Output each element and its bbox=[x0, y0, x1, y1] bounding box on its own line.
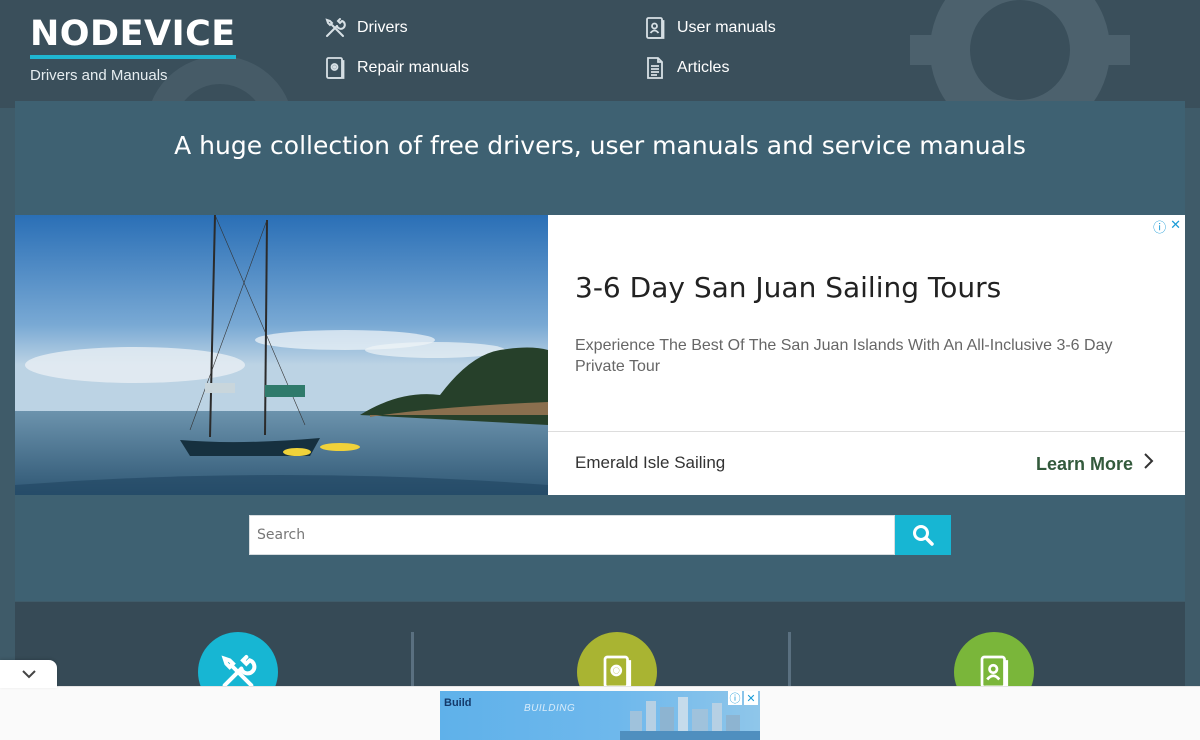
repair-manual-icon bbox=[603, 655, 632, 689]
page-tagline: A huge collection of free drivers, user … bbox=[174, 131, 1026, 160]
column-divider bbox=[788, 632, 791, 692]
gear-decoration-icon bbox=[910, 0, 1130, 108]
user-manual-icon bbox=[980, 655, 1009, 689]
search-input[interactable] bbox=[249, 515, 895, 555]
sticky-ad-bar: Build BUILDING ⓘ ✕ bbox=[0, 686, 1200, 740]
site-logo[interactable]: NODEVICE Drivers and Manuals bbox=[30, 14, 236, 84]
nav-user-manuals[interactable]: User manuals bbox=[643, 16, 776, 40]
ad-choices[interactable]: ⓘ ✕ bbox=[1153, 217, 1181, 236]
search-button[interactable] bbox=[895, 515, 951, 555]
collapse-ad-button[interactable] bbox=[0, 660, 57, 688]
nav-user-manuals-label: User manuals bbox=[677, 19, 776, 36]
article-icon bbox=[643, 56, 667, 80]
bottom-ad-brand: Build bbox=[444, 697, 472, 709]
column-divider bbox=[411, 632, 414, 692]
ad-info-icon[interactable]: ⓘ bbox=[1153, 217, 1166, 236]
ad-learn-more-button[interactable]: Learn More bbox=[1036, 452, 1155, 476]
nav-drivers-label: Drivers bbox=[357, 19, 408, 36]
logo-text[interactable]: NODEVICE bbox=[30, 14, 236, 59]
nav-repair-manuals-label: Repair manuals bbox=[357, 59, 470, 76]
ad-close-icon[interactable]: ✕ bbox=[744, 691, 758, 705]
chevron-down-icon bbox=[21, 670, 36, 679]
logo-subtitle: Drivers and Manuals bbox=[30, 67, 168, 84]
ad-info-icon[interactable]: ⓘ bbox=[728, 691, 742, 705]
tools-icon bbox=[323, 16, 347, 40]
nav-articles-label: Articles bbox=[677, 59, 730, 76]
ad-image[interactable] bbox=[15, 215, 548, 495]
ad-advertiser: Emerald Isle Sailing bbox=[575, 453, 726, 472]
ad-divider bbox=[548, 431, 1185, 432]
ad-title[interactable]: 3-6 Day San Juan Sailing Tours bbox=[575, 271, 1001, 304]
sponsored-ad[interactable]: ⓘ ✕ 3-6 Day San Juan Sailing Tours Exper… bbox=[15, 215, 1185, 495]
ad-description: Experience The Best Of The San Juan Isla… bbox=[575, 337, 1113, 375]
ad-close-icon[interactable]: ✕ bbox=[1170, 217, 1181, 236]
bottom-ad-controls: ⓘ ✕ bbox=[728, 691, 758, 705]
user-manual-icon bbox=[643, 16, 667, 40]
nav-articles[interactable]: Articles bbox=[643, 56, 729, 80]
site-header: NODEVICE Drivers and Manuals Drivers Use… bbox=[0, 0, 1200, 108]
sailboat-image bbox=[15, 215, 548, 495]
ad-content[interactable]: ⓘ ✕ 3-6 Day San Juan Sailing Tours Exper… bbox=[548, 215, 1185, 495]
nav-drivers[interactable]: Drivers bbox=[323, 16, 408, 40]
repair-manual-icon bbox=[323, 56, 347, 80]
nav-repair-manuals[interactable]: Repair manuals bbox=[323, 56, 469, 80]
search-icon bbox=[913, 525, 934, 546]
bottom-ad-word: BUILDING bbox=[524, 703, 576, 714]
bottom-banner-ad[interactable]: Build BUILDING ⓘ ✕ bbox=[440, 691, 760, 740]
ad-cta-label: Learn More bbox=[1035, 453, 1133, 474]
chevron-right-icon bbox=[1143, 452, 1155, 476]
